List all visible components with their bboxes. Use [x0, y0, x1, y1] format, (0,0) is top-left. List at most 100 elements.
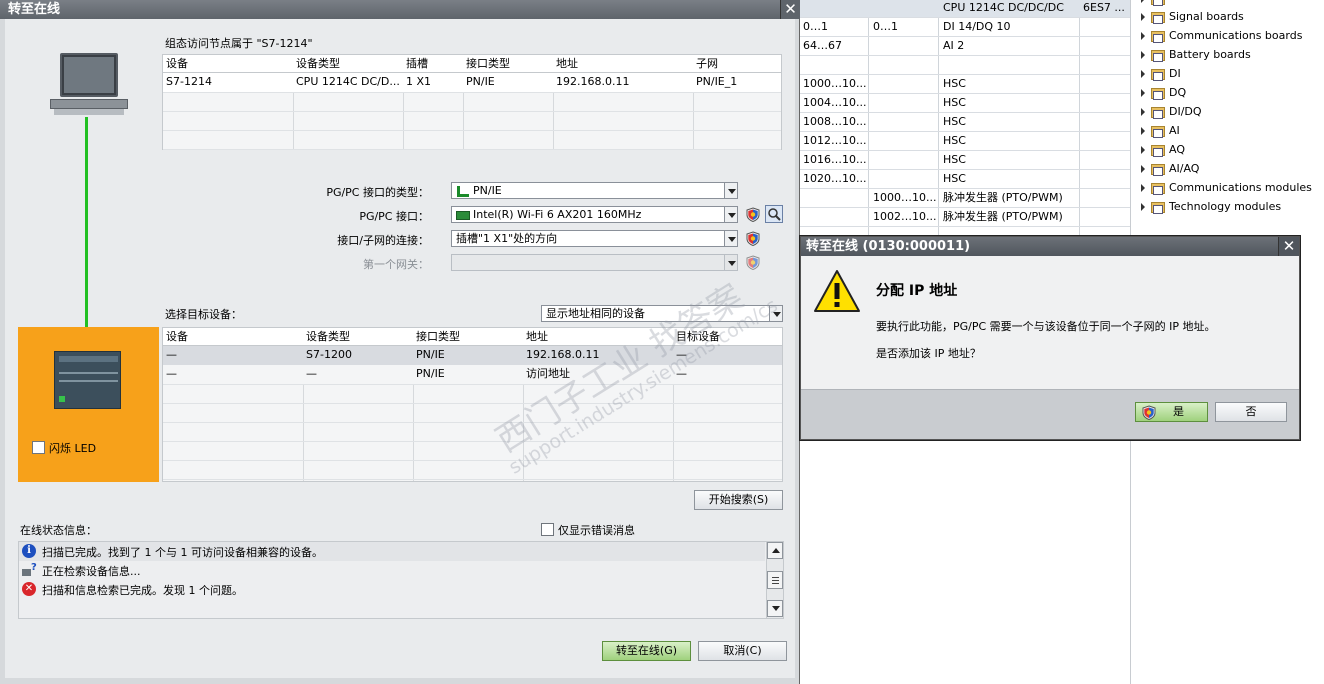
assign-ip-dialog: 转至在线 (0130:000011) ✕ 分配 IP 地址 要执行此功能，PG/… — [800, 236, 1300, 440]
errors-only-checkbox[interactable] — [541, 523, 554, 536]
row-divider — [163, 384, 782, 385]
catalog-item[interactable]: AI/AQ — [1141, 159, 1199, 178]
no-button[interactable]: 否 — [1215, 402, 1287, 422]
scroll-down-button[interactable] — [767, 600, 783, 617]
column-header: 目标设备 — [676, 330, 720, 343]
catalog-item[interactable]: DQ — [1141, 83, 1186, 102]
catalog-item[interactable]: AQ — [1141, 140, 1185, 159]
folder-icon — [1151, 11, 1165, 24]
ip-dialog-question: 是否添加该 IP 地址？ — [876, 347, 981, 360]
chevron-down-icon[interactable] — [769, 306, 782, 321]
table-cell: 1000…10... — [873, 191, 937, 204]
table-cell: 1020…10... — [803, 172, 867, 185]
cancel-button[interactable]: 取消(C) — [698, 641, 787, 661]
chevron-down-icon[interactable] — [724, 231, 737, 246]
close-button[interactable]: ✕ — [1278, 237, 1299, 256]
table-row[interactable]: — S7-1200 PN/IE 192.168.0.11 — — [163, 346, 782, 365]
catalog-item[interactable]: DI/DQ — [1141, 102, 1202, 121]
scroll-thumb[interactable] — [767, 571, 783, 589]
expand-arrow-icon[interactable] — [1141, 32, 1145, 40]
catalog-item[interactable]: DI — [1141, 64, 1181, 83]
expand-arrow-icon[interactable] — [1141, 51, 1145, 59]
expand-arrow-icon[interactable] — [1141, 165, 1145, 173]
error-icon: ✕ — [22, 582, 36, 596]
device-filter-value: 显示地址相同的设备 — [546, 307, 645, 320]
table-cell — [800, 56, 868, 75]
catalog-item[interactable]: Technology modules — [1141, 197, 1281, 216]
expand-arrow-icon[interactable] — [1141, 184, 1145, 192]
config-node-table: 设备 设备类型 插槽 接口类型 地址 子网 S7-1214 CPU 1214C DC/D...… — [162, 54, 782, 150]
folder-icon — [1151, 163, 1165, 176]
expand-arrow-icon[interactable] — [1141, 13, 1145, 21]
catalog-item[interactable]: Signal boards — [1141, 7, 1244, 26]
dialog-body: 组态访问节点属于 "S7-1214" 设备 设备类型 插槽 接口类型 地址 子网 S7-12… — [5, 19, 795, 678]
subnet-connection-select[interactable]: 插槽"1 X1"处的方向 — [451, 230, 738, 247]
table-cell: 0…1 — [803, 20, 828, 33]
list-item: i 扫描已完成。找到了 1 个与 1 可访问设备相兼容的设备。 — [19, 542, 765, 561]
table-cell: 1000…10... — [803, 77, 867, 90]
chevron-up-icon — [772, 548, 780, 553]
table-cell: HSC — [943, 153, 966, 166]
search-device-icon: ? — [22, 563, 38, 578]
device-filter-select[interactable]: 显示地址相同的设备 — [541, 305, 783, 322]
expand-arrow-icon[interactable] — [1141, 108, 1145, 116]
table-cell — [870, 151, 938, 170]
ip-dialog-title: 转至在线 (0130:000011) — [801, 237, 1299, 256]
scrollbar[interactable] — [766, 542, 783, 618]
table-cell: PN/IE — [466, 75, 495, 88]
flash-led-checkbox[interactable] — [32, 441, 45, 454]
row-divider — [163, 479, 782, 480]
table-row: 1016…10... HSC — [800, 151, 1130, 170]
table-cell — [870, 75, 938, 94]
nic-icon — [456, 210, 470, 220]
table-cell: 1008…10... — [803, 115, 867, 128]
table-cell — [1080, 56, 1128, 75]
target-device-panel: 闪烁 LED — [18, 327, 159, 482]
catalog-item[interactable]: Communications modules — [1141, 178, 1312, 197]
row-divider — [163, 403, 782, 404]
ip-dialog-footer: 是 否 — [801, 389, 1299, 439]
table-cell: 访问地址 — [526, 367, 570, 380]
yes-button[interactable]: 是 — [1135, 402, 1208, 422]
scroll-up-button[interactable] — [767, 542, 783, 559]
expand-arrow-icon[interactable] — [1141, 127, 1145, 135]
diagnostics-shield-icon[interactable] — [746, 231, 760, 246]
expand-arrow-icon[interactable] — [1141, 70, 1145, 78]
dialog-title: 转至在线 — [0, 0, 800, 19]
properties-button[interactable] — [765, 205, 783, 223]
row-divider — [163, 149, 781, 150]
close-button[interactable]: ✕ — [780, 0, 800, 19]
catalog-item-label: AI/AQ — [1169, 162, 1200, 175]
catalog-item[interactable]: Communications boards — [1141, 26, 1302, 45]
column-header: 接口类型 — [416, 330, 460, 343]
catalog-item-label: AQ — [1169, 143, 1185, 156]
expand-arrow-icon[interactable] — [1141, 146, 1145, 154]
table-row[interactable]: S7-1214 CPU 1214C DC/D... 1 X1 PN/IE 192.168… — [163, 73, 781, 92]
table-cell — [1080, 170, 1128, 189]
catalog-item-label: Signal boards — [1169, 10, 1244, 23]
expand-arrow-icon[interactable] — [1141, 203, 1145, 211]
row-divider — [163, 460, 782, 461]
yes-label: 是 — [1173, 405, 1184, 418]
table-cell — [1080, 189, 1128, 208]
info-icon: i — [22, 544, 36, 558]
chevron-down-icon[interactable] — [724, 207, 737, 222]
start-search-button[interactable]: 开始搜索(S) — [694, 490, 783, 510]
catalog-item-cpu-partial[interactable] — [1141, 0, 1169, 6]
chevron-down-icon[interactable] — [724, 183, 737, 198]
pgpc-type-value: PN/IE — [473, 184, 502, 197]
table-cell: HSC — [943, 134, 966, 147]
pgpc-interface-select[interactable]: Intel(R) Wi-Fi 6 AX201 160MHz — [451, 206, 738, 223]
expand-arrow-icon[interactable] — [1141, 89, 1145, 97]
table-row: 1004…10... HSC — [800, 94, 1130, 113]
catalog-item[interactable]: AI — [1141, 121, 1180, 140]
diagnostics-shield-icon[interactable] — [746, 207, 760, 222]
table-cell — [1080, 151, 1128, 170]
catalog-item[interactable]: Battery boards — [1141, 45, 1251, 64]
table-row[interactable]: — — PN/IE 访问地址 — — [163, 365, 782, 384]
table-cell: HSC — [943, 115, 966, 128]
go-online-button[interactable]: 转至在线(G) — [602, 641, 691, 661]
table-cell: 脉冲发生器 (PTO/PWM) — [943, 210, 1063, 223]
table-cell: 192.168.0.11 — [526, 348, 600, 361]
pgpc-type-select[interactable]: PN/IE — [451, 182, 738, 199]
